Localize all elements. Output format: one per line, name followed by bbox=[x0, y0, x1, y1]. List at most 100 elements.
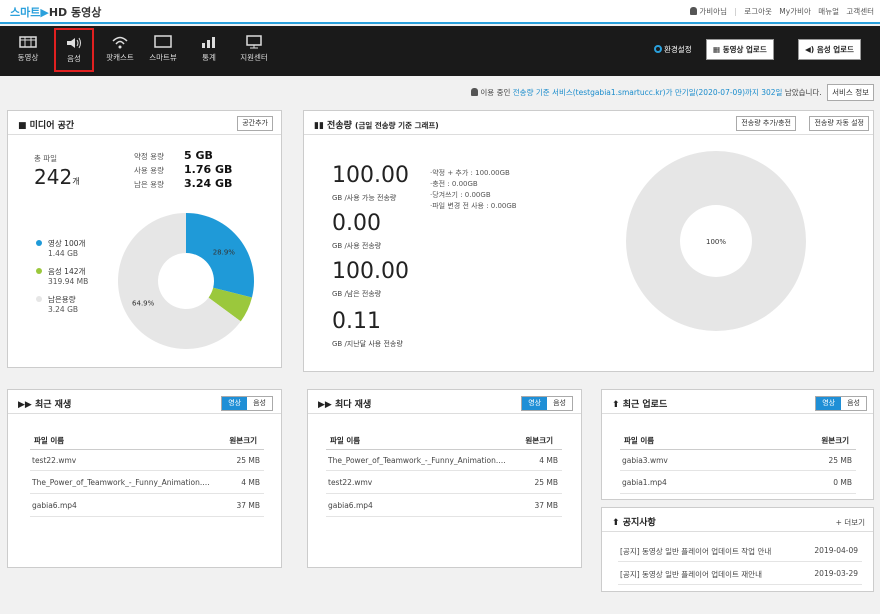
mygabia-link[interactable]: My가비아 bbox=[779, 7, 811, 16]
media-space-panel: ■ 미디어 공간 공간추가 총 파일 242개 약정 용량 5 GB 사용 용량… bbox=[7, 110, 282, 368]
panel-header: ▮▮ 전송량 (금일 전송량 기준 그래프) 전송량 추가/충전 전송량 자동 … bbox=[304, 111, 873, 135]
nav-item-video[interactable]: 동영상 bbox=[8, 29, 48, 71]
user-icon bbox=[690, 7, 698, 15]
legend-audio-swatch bbox=[36, 268, 42, 274]
table-row[interactable]: gabia6.mp4 37 MB bbox=[30, 495, 264, 517]
folder-icon: ■ bbox=[18, 121, 27, 131]
video-upload-button[interactable]: ▦ 동영상 업로드 bbox=[706, 39, 774, 60]
used-value: 1.76 GB bbox=[184, 163, 233, 176]
top-links: 가비아님 | 로그아웃 My가비아 매뉴얼 고객센터 bbox=[685, 6, 874, 17]
media-tabs: 영상 음성 bbox=[521, 396, 573, 411]
file-name: gabia6.mp4 bbox=[328, 501, 373, 510]
used-transfer-value: 0.00 bbox=[332, 211, 381, 236]
tab-audio[interactable]: 음성 bbox=[547, 397, 572, 410]
detail-text: 충전 : 0.00GB bbox=[432, 180, 478, 188]
contract-label: 약정 용량 bbox=[134, 152, 164, 161]
tab-video[interactable]: 영상 bbox=[222, 397, 248, 410]
recent-play-title: 최근 재생 bbox=[34, 400, 72, 410]
detail-contract: ·약정 + 추가 : 100.00GB bbox=[430, 169, 510, 177]
tab-video[interactable]: 영상 bbox=[816, 397, 842, 410]
transfer-pie-chart: 100% bbox=[626, 151, 806, 331]
audio-upload-button[interactable]: ◀) 음성 업로드 bbox=[798, 39, 861, 60]
manual-link[interactable]: 매뉴얼 bbox=[818, 7, 839, 16]
notice-row[interactable]: [공지] 동영상 일반 플레이어 업데이트 재안내 2019-03-29 bbox=[618, 563, 862, 585]
panel-header: ⬆ 공지사항 + 더보기 bbox=[602, 508, 873, 532]
notice-name: [공지] 동영상 일반 플레이어 업데이트 재안내 bbox=[620, 570, 762, 579]
tab-video[interactable]: 영상 bbox=[522, 397, 548, 410]
file-size: 25 MB bbox=[534, 478, 558, 487]
service-info-button[interactable]: 서비스 정보 bbox=[827, 84, 874, 101]
column-size: 원본크기 bbox=[525, 436, 553, 445]
notice-date: 2019-04-09 bbox=[814, 546, 858, 555]
total-files-unit: 개 bbox=[72, 177, 80, 186]
tab-audio[interactable]: 음성 bbox=[841, 397, 866, 410]
total-files-label: 총 파일 bbox=[34, 154, 58, 163]
play-icon: ▶▶ bbox=[18, 400, 32, 410]
legend-audio-size: 319.94 MB bbox=[48, 277, 89, 286]
page: 스마트▶HD 동영상 가비아님 | 로그아웃 My가비아 매뉴얼 고객센터 동영… bbox=[0, 0, 880, 614]
file-name: gabia1.mp4 bbox=[622, 478, 667, 487]
notice-more-link[interactable]: + 더보기 bbox=[836, 517, 865, 528]
wifi-icon bbox=[112, 36, 128, 49]
file-name: gabia3.wmv bbox=[622, 456, 668, 465]
table-row[interactable]: test22.wmv 25 MB bbox=[326, 472, 562, 494]
last-month-transfer-value: 0.11 bbox=[332, 309, 381, 334]
transfer-add-button[interactable]: 전송량 추가/충전 bbox=[736, 116, 796, 131]
file-name: The_Power_of_Teamwork_-_Funny_Animation.… bbox=[32, 478, 212, 487]
panel-title: ■ 미디어 공간 bbox=[18, 118, 74, 131]
table-row[interactable]: The_Power_of_Teamwork_-_Funny_Animation.… bbox=[326, 449, 562, 471]
support-icon bbox=[246, 35, 262, 49]
total-files-value: 242 bbox=[34, 165, 73, 189]
nav-item-stats[interactable]: 통계 bbox=[189, 29, 229, 71]
legend-remain-name: 남은용량 bbox=[48, 295, 76, 304]
service-expiry: 가 만기일(2020-07-09)까지 302일 bbox=[665, 88, 783, 97]
tab-audio[interactable]: 음성 bbox=[247, 397, 272, 410]
file-name: test22.wmv bbox=[32, 456, 77, 465]
support-link[interactable]: 고객센터 bbox=[846, 7, 874, 16]
file-name: gabia6.mp4 bbox=[32, 501, 77, 510]
user-icon bbox=[471, 88, 479, 96]
most-play-panel: ▶▶ 최다 재생 영상 음성 파일 이름 원본크기 The_Power_of_Te… bbox=[307, 389, 582, 568]
service-info: 이용 중인 전송량 기준 서비스(testgabia1.smartucc.kr)… bbox=[471, 84, 874, 101]
notice-row[interactable]: [공지] 동영상 일반 플레이어 업데이트 작업 안내 2019-04-09 bbox=[618, 540, 862, 562]
speaker-icon bbox=[67, 37, 81, 49]
film-icon bbox=[19, 36, 37, 48]
nav-item-support[interactable]: 지원센터 bbox=[234, 29, 274, 71]
logout-link[interactable]: 로그아웃 bbox=[744, 7, 772, 16]
transfer-auto-button[interactable]: 전송량 자동 설정 bbox=[809, 116, 869, 131]
available-transfer-value: 100.00 bbox=[332, 163, 409, 188]
settings-link[interactable]: 환경설정 bbox=[654, 44, 692, 55]
legend-video-swatch bbox=[36, 240, 42, 246]
nav-label: 통계 bbox=[202, 53, 216, 62]
table-row[interactable]: gabia3.wmv 25 MB bbox=[620, 449, 856, 471]
panel-header: ▶▶ 최다 재생 영상 음성 bbox=[308, 390, 581, 414]
speaker-icon: ◀) bbox=[805, 45, 815, 54]
logo-arrow-icon: ▶ bbox=[40, 6, 49, 19]
chart-icon bbox=[202, 37, 215, 48]
remain-transfer-value: 100.00 bbox=[332, 259, 409, 284]
notice-panel: ⬆ 공지사항 + 더보기 [공지] 동영상 일반 플레이어 업데이트 작업 안내… bbox=[601, 507, 874, 592]
film-icon: ▦ bbox=[713, 45, 721, 54]
panel-title: ⬆ 최근 업로드 bbox=[612, 397, 667, 410]
contract-value: 5 GB bbox=[184, 149, 213, 162]
table-row[interactable]: The_Power_of_Teamwork_-_Funny_Animation.… bbox=[30, 472, 264, 494]
add-space-button[interactable]: 공간추가 bbox=[237, 116, 273, 131]
table-row[interactable]: test22.wmv 25 MB bbox=[30, 449, 264, 471]
table-row[interactable]: gabia6.mp4 37 MB bbox=[326, 495, 562, 517]
logo[interactable]: 스마트▶HD 동영상 bbox=[10, 4, 101, 20]
audio-upload-label: 음성 업로드 bbox=[816, 45, 854, 54]
detail-text: 약정 + 추가 : 100.00GB bbox=[432, 169, 510, 177]
recent-upload-panel: ⬆ 최근 업로드 영상 음성 파일 이름 원본크기 gabia3.wmv 25 MB… bbox=[601, 389, 874, 500]
panel-title: ▮▮ 전송량 (금일 전송량 기준 그래프) bbox=[314, 118, 439, 131]
nav-item-audio[interactable]: 음성 bbox=[54, 28, 94, 72]
logo-text: HD 동영상 bbox=[48, 6, 102, 19]
file-name: test22.wmv bbox=[328, 478, 373, 487]
table-row[interactable]: gabia1.mp4 0 MB bbox=[620, 472, 856, 494]
detail-file-change: ·파일 변경 전 사용 : 0.00GB bbox=[430, 202, 517, 210]
file-name: The_Power_of_Teamwork_-_Funny_Animation.… bbox=[328, 456, 508, 465]
bar-chart-icon: ▮▮ bbox=[314, 121, 324, 131]
user-name: 가비아님 bbox=[699, 7, 727, 16]
nav-item-podcast[interactable]: 팟캐스트 bbox=[100, 29, 140, 71]
nav-item-smartview[interactable]: 스마트뷰 bbox=[143, 29, 183, 71]
divider: | bbox=[734, 7, 737, 16]
